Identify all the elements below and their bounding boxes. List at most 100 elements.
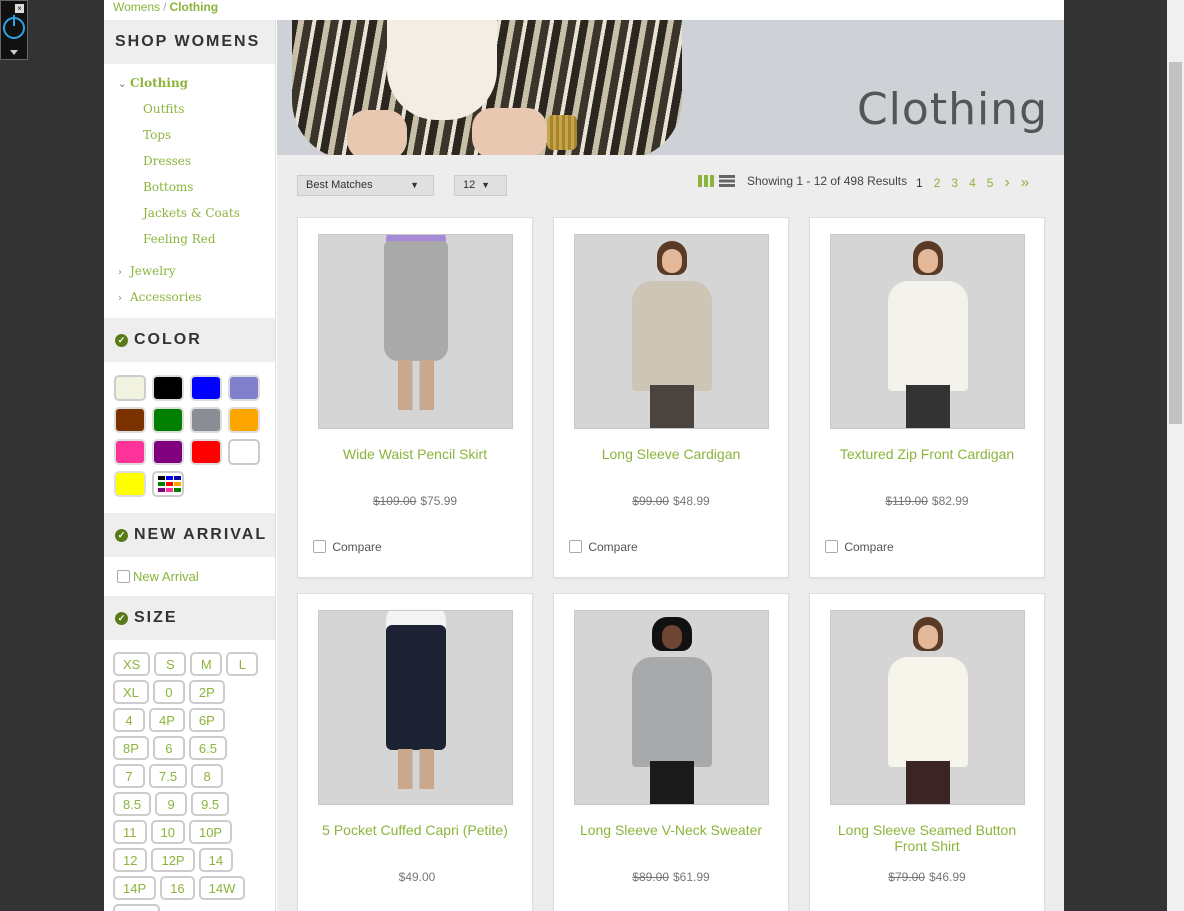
product-card[interactable]: 5 Pocket Cuffed Capri (Petite) $49.00 [297, 593, 533, 911]
product-name[interactable]: Textured Zip Front Cardigan [820, 446, 1034, 462]
compare-checkbox[interactable] [569, 540, 582, 553]
size-option[interactable]: L [226, 652, 259, 676]
size-option[interactable]: 7 [113, 764, 145, 788]
size-option[interactable]: XS [113, 652, 151, 676]
size-option[interactable]: 0 [152, 680, 185, 704]
size-option[interactable]: 14P [113, 876, 157, 900]
color-swatch[interactable] [190, 375, 222, 401]
product-name[interactable]: 5 Pocket Cuffed Capri (Petite) [308, 822, 522, 838]
size-option[interactable]: M [190, 652, 223, 676]
size-option[interactable]: 6 [152, 736, 185, 760]
page-link[interactable]: 4 [969, 176, 976, 190]
last-page-icon[interactable]: » [1021, 174, 1029, 191]
product-name[interactable]: Long Sleeve Cardigan [564, 446, 778, 462]
size-option[interactable]: 14 [198, 848, 234, 872]
scrollbar[interactable] [1167, 0, 1184, 911]
product-card[interactable]: Long Sleeve Seamed Button Front Shirt $7… [809, 593, 1045, 911]
size-option[interactable]: 9.5 [191, 792, 230, 816]
product-image[interactable] [830, 234, 1025, 429]
chevron-down-icon[interactable] [10, 50, 18, 55]
color-swatch[interactable] [114, 439, 146, 465]
size-option[interactable]: 8 [191, 764, 224, 788]
new-arrival-heading[interactable]: ✓ NEW ARRIVAL [104, 513, 275, 557]
color-swatch[interactable] [152, 439, 184, 465]
breadcrumb-current[interactable]: Clothing [169, 0, 218, 14]
color-swatch[interactable] [228, 375, 260, 401]
product-image[interactable] [574, 610, 769, 805]
size-option[interactable]: 11 [113, 820, 147, 844]
size-option[interactable]: 8.5 [113, 792, 152, 816]
size-option[interactable]: 12 [113, 848, 148, 872]
size-option[interactable]: 12P [151, 848, 195, 872]
page-link[interactable]: 1 [916, 176, 923, 190]
product-name[interactable]: Long Sleeve Seamed Button Front Shirt [820, 822, 1034, 854]
page-link[interactable]: 3 [951, 176, 958, 190]
sidebar-item-tops[interactable]: Tops [104, 122, 275, 148]
product-card[interactable]: Long Sleeve V-Neck Sweater $89.00 $61.99 [553, 593, 789, 911]
next-page-icon[interactable]: › [1004, 174, 1009, 191]
size-option[interactable]: 8P [113, 736, 149, 760]
color-swatch[interactable] [190, 439, 222, 465]
size-option[interactable]: 10 [150, 820, 185, 844]
power-icon[interactable] [3, 15, 25, 39]
product-name[interactable]: Wide Waist Pencil Skirt [308, 446, 522, 462]
size-filter-heading[interactable]: ✓ SIZE [104, 596, 275, 640]
product-name[interactable]: Long Sleeve V-Neck Sweater [564, 822, 778, 838]
compare-checkbox[interactable] [313, 540, 326, 553]
size-option[interactable]: 6.5 [188, 736, 227, 760]
product-image[interactable] [574, 234, 769, 429]
product-image[interactable] [830, 610, 1025, 805]
color-swatch[interactable] [114, 375, 146, 401]
sidebar-item-clothing[interactable]: ⌄ Clothing [104, 70, 275, 96]
sidebar-item-feeling-red[interactable]: Feeling Red [104, 226, 275, 252]
color-swatch[interactable] [114, 407, 146, 433]
size-option[interactable]: 6P [188, 708, 225, 732]
sidebar-item-accessories[interactable]: › Accessories [104, 284, 275, 310]
color-swatch[interactable] [228, 407, 260, 433]
product-image[interactable] [318, 610, 513, 805]
color-swatch[interactable] [152, 375, 184, 401]
per-page-select[interactable]: 12 ▼ [454, 175, 507, 196]
close-icon[interactable]: × [15, 4, 24, 13]
page-link[interactable]: 5 [987, 176, 994, 190]
compare-toggle[interactable]: Compare [825, 540, 894, 554]
color-swatch[interactable] [152, 407, 184, 433]
size-option[interactable]: 16 [160, 876, 195, 900]
sidebar-item-outfits[interactable]: Outfits [104, 96, 275, 122]
product-card[interactable]: Wide Waist Pencil Skirt $109.00 $75.99 Co… [297, 217, 533, 578]
compare-toggle[interactable]: Compare [313, 540, 382, 554]
power-widget[interactable]: × [0, 0, 28, 60]
compare-toggle[interactable]: Compare [569, 540, 638, 554]
color-filter-heading[interactable]: ✓ COLOR [104, 318, 275, 362]
page-link[interactable]: 2 [934, 176, 941, 190]
product-card[interactable]: Long Sleeve Cardigan $99.00 $48.99 Compar… [553, 217, 789, 578]
breadcrumb-parent[interactable]: Womens [113, 0, 160, 14]
size-option[interactable]: 2P [188, 680, 225, 704]
color-swatch[interactable] [228, 439, 260, 465]
new-arrival-checkbox[interactable] [117, 570, 130, 583]
multi-color-swatch-icon[interactable] [152, 471, 184, 497]
sort-select[interactable]: Best Matches ▼ [297, 175, 434, 196]
sidebar-item-jewelry[interactable]: › Jewelry [104, 258, 275, 284]
size-option[interactable]: 16W [113, 904, 160, 911]
size-option[interactable]: S [154, 652, 187, 676]
color-swatch[interactable] [190, 407, 222, 433]
size-option[interactable]: 4 [113, 708, 145, 732]
size-option[interactable]: XL [113, 680, 149, 704]
color-swatch[interactable] [114, 471, 146, 497]
compare-checkbox[interactable] [825, 540, 838, 553]
size-option[interactable]: 14W [198, 876, 246, 900]
grid-view-icon[interactable] [698, 175, 714, 187]
size-option[interactable]: 7.5 [149, 764, 188, 788]
size-option[interactable]: 4P [149, 708, 185, 732]
list-view-icon[interactable] [719, 175, 735, 187]
product-card[interactable]: Textured Zip Front Cardigan $119.00 $82.9… [809, 217, 1045, 578]
size-option[interactable]: 10P [188, 820, 233, 844]
size-option[interactable]: 9 [155, 792, 188, 816]
new-arrival-filter[interactable]: New Arrival [104, 557, 275, 596]
sidebar-item-dresses[interactable]: Dresses [104, 148, 275, 174]
sidebar-item-bottoms[interactable]: Bottoms [104, 174, 275, 200]
sidebar-item-jackets-coats[interactable]: Jackets & Coats [104, 200, 275, 226]
product-image[interactable] [318, 234, 513, 429]
scrollbar-thumb[interactable] [1169, 62, 1182, 424]
